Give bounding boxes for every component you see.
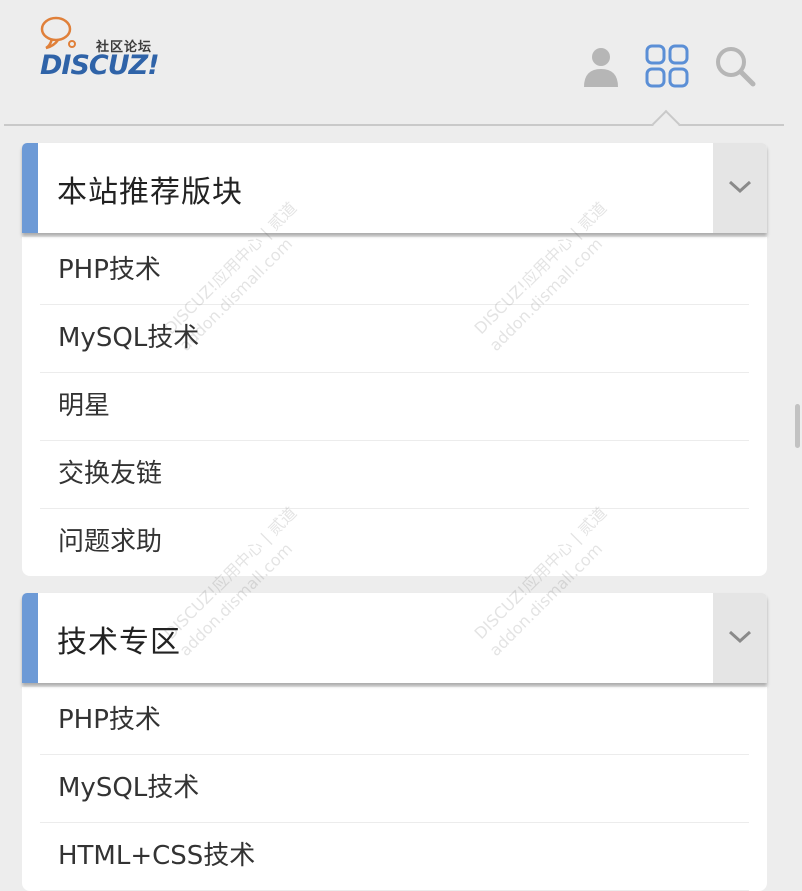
forum-list: PHP技术 MySQL技术 HTML+CSS技术 (22, 687, 767, 891)
section-recommended: 本站推荐版块 PHP技术 MySQL技术 明星 交换友链 问题求助 (22, 143, 767, 576)
user-icon[interactable] (579, 44, 623, 88)
forum-item[interactable]: PHP技术 (40, 237, 749, 305)
grid-icon[interactable] (645, 44, 689, 88)
collapse-toggle[interactable] (713, 593, 767, 683)
forum-item[interactable]: HTML+CSS技术 (40, 823, 749, 891)
logo-wordmark: DISCUZ! (40, 50, 160, 81)
forum-item[interactable]: 明星 (40, 373, 749, 441)
forum-item[interactable]: 问题求助 (40, 509, 749, 576)
chevron-down-icon (728, 630, 752, 644)
section-title: 本站推荐版块 (57, 175, 243, 210)
forum-item[interactable]: MySQL技术 (40, 305, 749, 373)
forum-item[interactable]: 交换友链 (40, 441, 749, 509)
section-accent-bar (22, 143, 38, 233)
forum-item[interactable]: MySQL技术 (40, 755, 749, 823)
collapse-toggle[interactable] (713, 143, 767, 233)
section-tech: 技术专区 PHP技术 MySQL技术 HTML+CSS技术 (22, 593, 767, 891)
discuz-logo[interactable]: 社区论坛 DISCUZ! (38, 14, 173, 84)
section-accent-bar (22, 593, 38, 683)
scrollbar-thumb[interactable] (795, 404, 800, 448)
forum-item[interactable]: PHP技术 (40, 687, 749, 755)
section-header[interactable]: 本站推荐版块 (22, 143, 767, 233)
search-icon[interactable] (713, 44, 757, 88)
top-header: 社区论坛 DISCUZ! (0, 0, 784, 126)
chevron-down-icon (728, 180, 752, 194)
speech-bubble-icon (40, 16, 76, 50)
section-title: 技术专区 (57, 625, 181, 660)
section-header[interactable]: 技术专区 (22, 593, 767, 683)
forum-list: PHP技术 MySQL技术 明星 交换友链 问题求助 (22, 237, 767, 576)
